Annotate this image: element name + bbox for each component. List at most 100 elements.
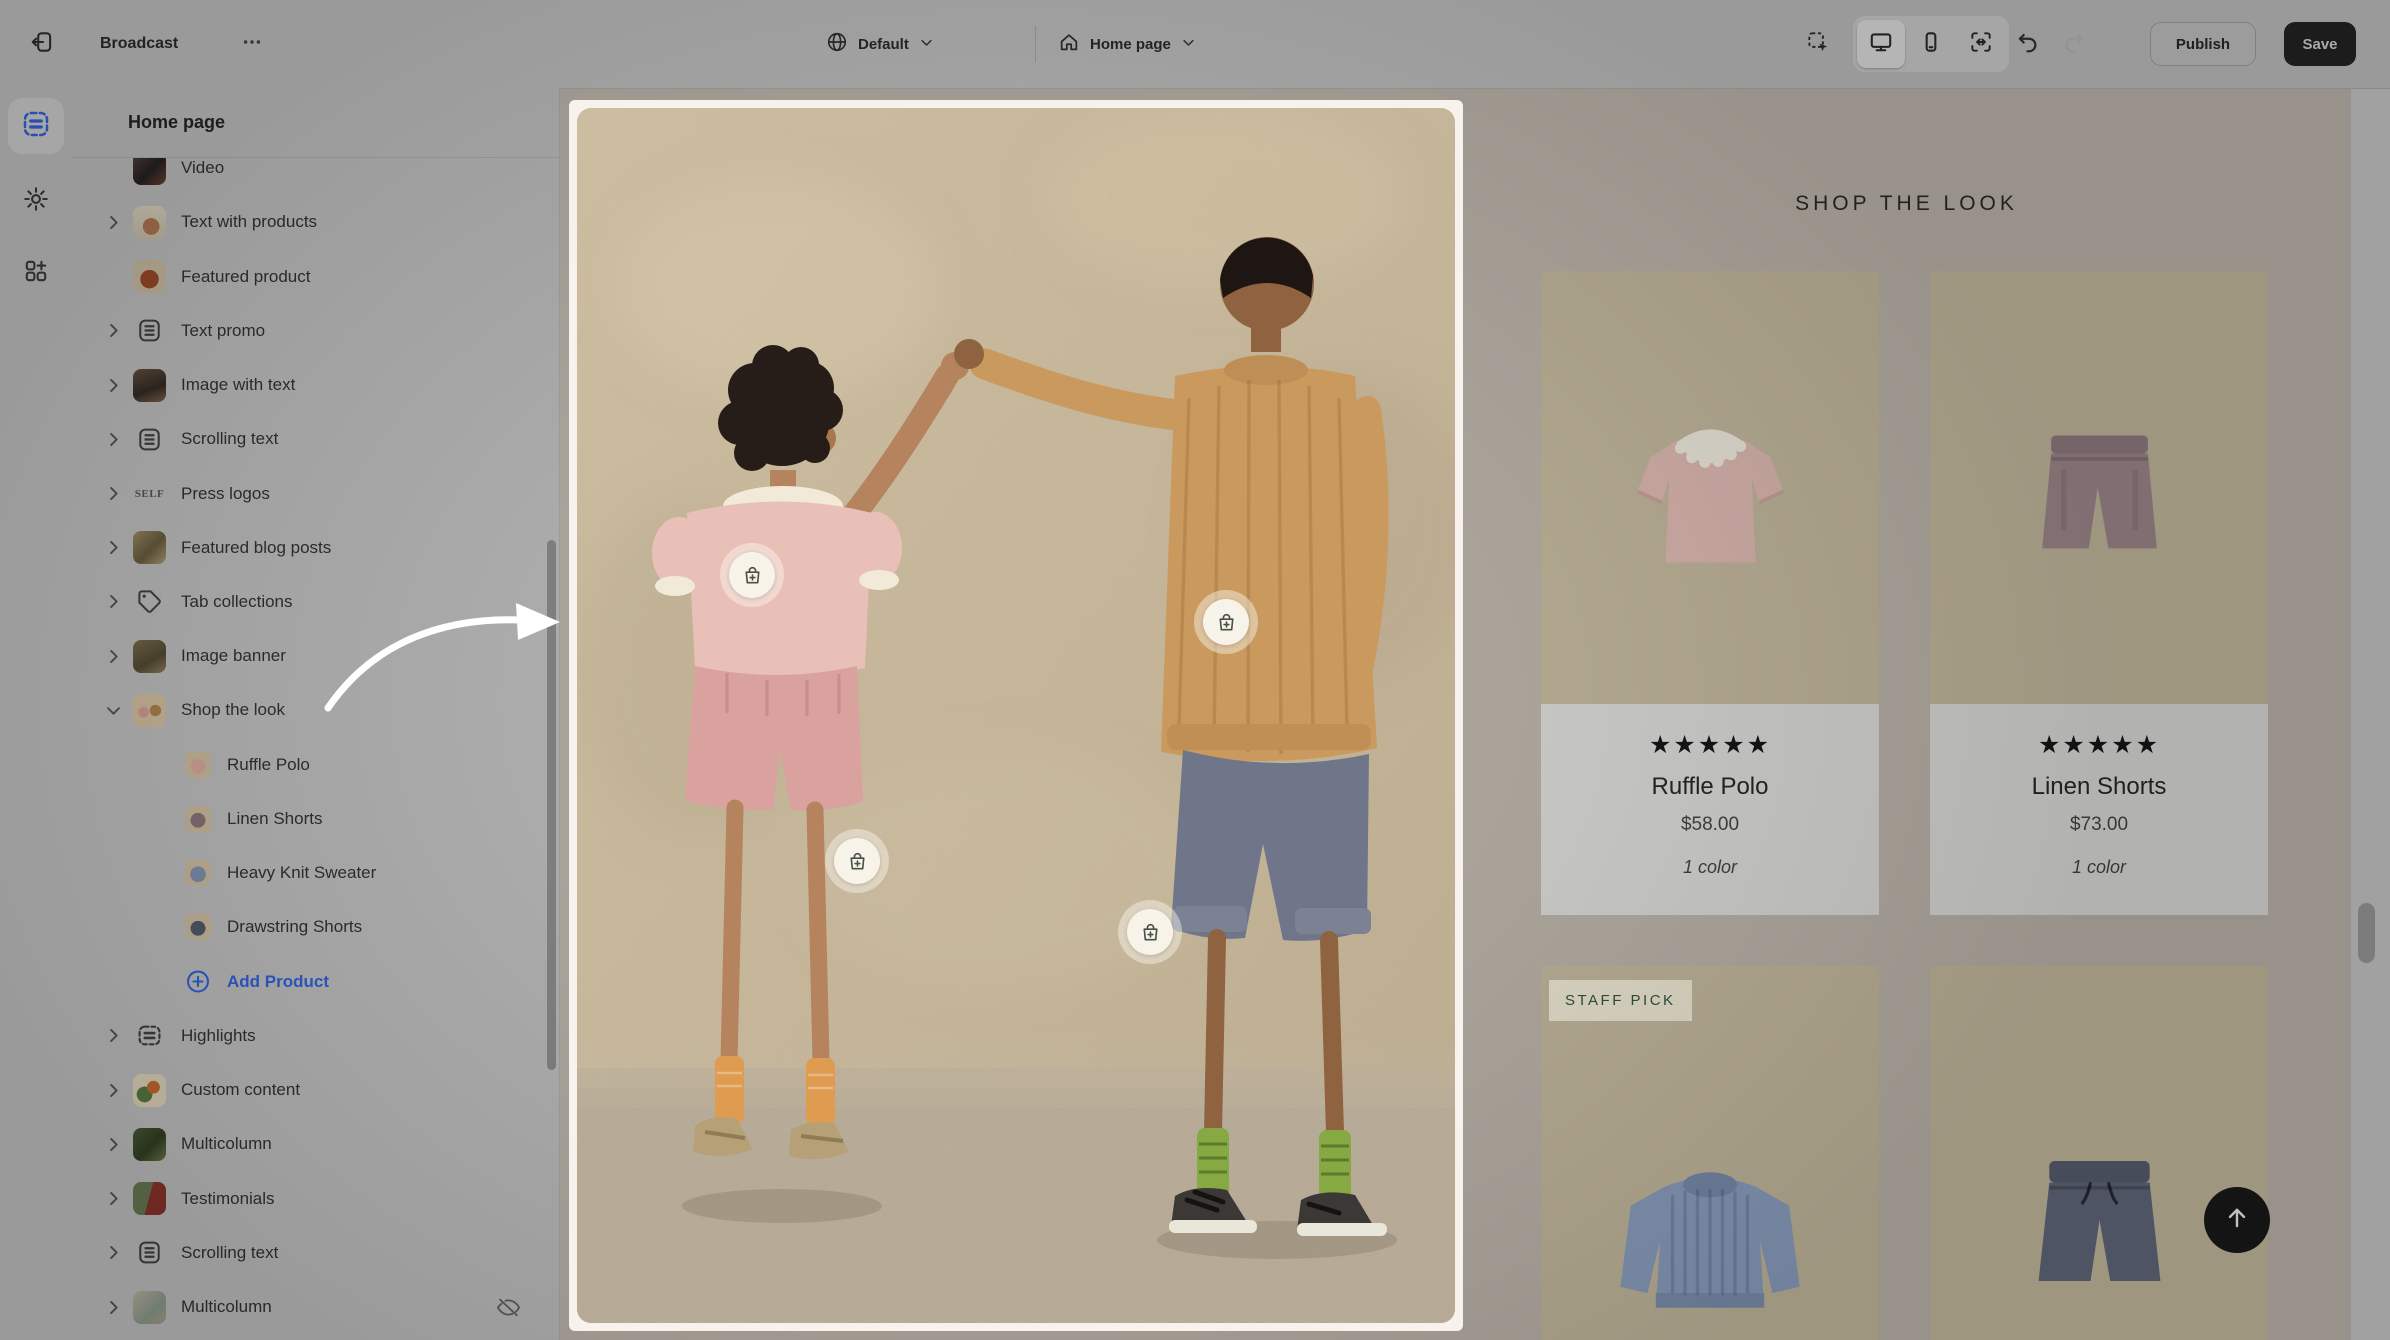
undo-button[interactable] <box>2008 24 2048 64</box>
thumb-banner <box>133 640 166 673</box>
sidebar-item-featured-product[interactable]: Featured product <box>73 249 559 303</box>
sidebar-item-label: Testimonials <box>181 1189 275 1209</box>
chevron-right-icon[interactable] <box>103 429 123 449</box>
chevron-spacer <box>103 158 123 178</box>
lifestyle-photo <box>577 108 1455 1323</box>
sections-sidebar: Home page VideoText with productsFeature… <box>73 88 560 1340</box>
theme-style-selector[interactable]: Default <box>826 24 934 64</box>
chevron-right-icon[interactable] <box>103 321 123 341</box>
sidebar-item-tab-collections[interactable]: Tab collections <box>73 575 559 629</box>
sidebar-item-label: Video <box>181 158 224 178</box>
chevron-right-icon[interactable] <box>103 592 123 612</box>
more-actions-button[interactable] <box>232 24 272 64</box>
undo-icon <box>2015 29 2041 60</box>
sidebar-item-label: Image banner <box>181 646 286 666</box>
product-card[interactable]: STAFF PICK <box>1541 966 1879 1340</box>
sidebar-item-ruffle-polo[interactable]: Ruffle Polo <box>73 738 559 792</box>
topbar: Broadcast Default Home page <box>0 0 2390 89</box>
sidebar-item-video[interactable]: Video <box>73 158 559 195</box>
sidebar-add-product-button[interactable]: Add Product <box>73 955 559 1009</box>
rail-apps-button[interactable] <box>8 245 64 301</box>
product-title[interactable]: Linen Shorts <box>1930 773 2268 801</box>
sidebar-item-featured-blog-posts[interactable]: Featured blog posts <box>73 521 559 575</box>
chevron-right-icon[interactable] <box>103 375 123 395</box>
product-card-linen-shorts[interactable]: ★★★★★Linen Shorts$73.001 color <box>1930 271 2268 915</box>
fullwidth-view-button[interactable] <box>1957 20 2005 68</box>
sidebar-scrollbar[interactable] <box>547 540 556 1070</box>
chevron-right-icon[interactable] <box>103 1134 123 1154</box>
redo-icon <box>2061 29 2087 60</box>
sidebar-item-scrolling-text[interactable]: Scrolling text <box>73 1226 559 1280</box>
sidebar-item-text-with-products[interactable]: Text with products <box>73 195 559 249</box>
thumb-video <box>133 158 166 185</box>
scroll-to-top-button[interactable] <box>2204 1187 2270 1253</box>
redo-button[interactable] <box>2054 24 2094 64</box>
chevron-right-icon[interactable] <box>103 1080 123 1100</box>
chevron-right-icon[interactable] <box>103 1189 123 1209</box>
thumb-featured-product <box>133 260 166 293</box>
mobile-view-button[interactable] <box>1907 20 1955 68</box>
sidebar-item-linen-shorts[interactable]: Linen Shorts <box>73 792 559 846</box>
editor-rail <box>0 88 74 1340</box>
star-rating: ★★★★★ <box>1930 730 2268 759</box>
rail-theme-settings-button[interactable] <box>8 173 64 229</box>
shop-the-look-photo[interactable] <box>569 100 1463 1331</box>
sidebar-item-label: Press logos <box>181 484 270 504</box>
product-image: STAFF PICK <box>1541 966 1879 1340</box>
preview-scrollbar-thumb[interactable] <box>2358 903 2375 963</box>
product-card[interactable] <box>1930 966 2268 1340</box>
sidebar-item-label: Shop the look <box>181 700 285 720</box>
sidebar-item-image-banner[interactable]: Image banner <box>73 629 559 683</box>
sidebar-item-shop-the-look[interactable]: Shop the look <box>73 683 559 737</box>
chevron-right-icon[interactable] <box>103 1026 123 1046</box>
chevron-right-icon[interactable] <box>103 1297 123 1317</box>
sidebar-item-multicolumn[interactable]: Multicolumn <box>73 1280 559 1334</box>
sidebar-item-text-promo[interactable]: Text promo <box>73 304 559 358</box>
publish-button[interactable]: Publish <box>2150 22 2256 66</box>
product-pin[interactable] <box>1118 900 1182 964</box>
sidebar-item-testimonials[interactable]: Testimonials <box>73 1171 559 1225</box>
chevron-spacer <box>155 863 175 883</box>
sidebar-item-image-with-text[interactable]: Image with text <box>73 358 559 412</box>
sidebar-item-multicolumn[interactable]: Multicolumn <box>73 1117 559 1171</box>
sidebar-item-label: Add Product <box>227 972 329 992</box>
sidebar-item-highlights[interactable]: Highlights <box>73 1009 559 1063</box>
product-pin[interactable] <box>825 829 889 893</box>
bag-plus-icon <box>1127 909 1173 955</box>
sidebar-item-label: Heavy Knit Sweater <box>227 863 376 883</box>
sidebar-item-label: Text with products <box>181 212 317 232</box>
sidebar-item-label: Image with text <box>181 375 295 395</box>
doc-icon <box>133 314 166 347</box>
product-card-ruffle-polo[interactable]: ★★★★★Ruffle Polo$58.001 color <box>1541 271 1879 915</box>
sidebar-item-press-logos[interactable]: SELFPress logos <box>73 466 559 520</box>
sidebar-item-scrolling-text[interactable]: Scrolling text <box>73 412 559 466</box>
sidebar-item-heavy-knit-sweater[interactable]: Heavy Knit Sweater <box>73 846 559 900</box>
save-button[interactable]: Save <box>2284 22 2356 66</box>
sidebar-item-label: Multicolumn <box>181 1297 272 1317</box>
product-image <box>1930 966 2268 1340</box>
hidden-eye-icon[interactable] <box>496 1295 521 1320</box>
topbar-divider <box>1035 26 1036 62</box>
page-selector[interactable]: Home page <box>1058 24 1196 64</box>
chevron-right-icon[interactable] <box>103 646 123 666</box>
chevron-right-icon[interactable] <box>103 1243 123 1263</box>
product-title[interactable]: Ruffle Polo <box>1541 773 1879 801</box>
inspect-section-button[interactable] <box>1798 24 1838 64</box>
exit-editor-button[interactable] <box>22 24 62 64</box>
product-pin[interactable] <box>720 543 784 607</box>
thumb-text-products <box>133 206 166 239</box>
desktop-view-button[interactable] <box>1857 20 1905 68</box>
sidebar-item-label: Text promo <box>181 321 265 341</box>
rail-sections-button[interactable] <box>8 98 64 154</box>
chevron-right-icon[interactable] <box>103 212 123 232</box>
chevron-right-icon[interactable] <box>103 538 123 558</box>
sidebar-item-custom-content[interactable]: Custom content <box>73 1063 559 1117</box>
desktop-icon <box>1868 29 1894 60</box>
preview-scrollbar-track[interactable] <box>2350 88 2390 1340</box>
tag-icon <box>133 585 166 618</box>
sidebar-item-drawstring-shorts[interactable]: Drawstring Shorts <box>73 900 559 954</box>
sidebar-item-label: Scrolling text <box>181 1243 278 1263</box>
chevron-right-icon[interactable] <box>103 484 123 504</box>
product-pin[interactable] <box>1194 590 1258 654</box>
chevron-down-icon[interactable] <box>103 700 123 720</box>
